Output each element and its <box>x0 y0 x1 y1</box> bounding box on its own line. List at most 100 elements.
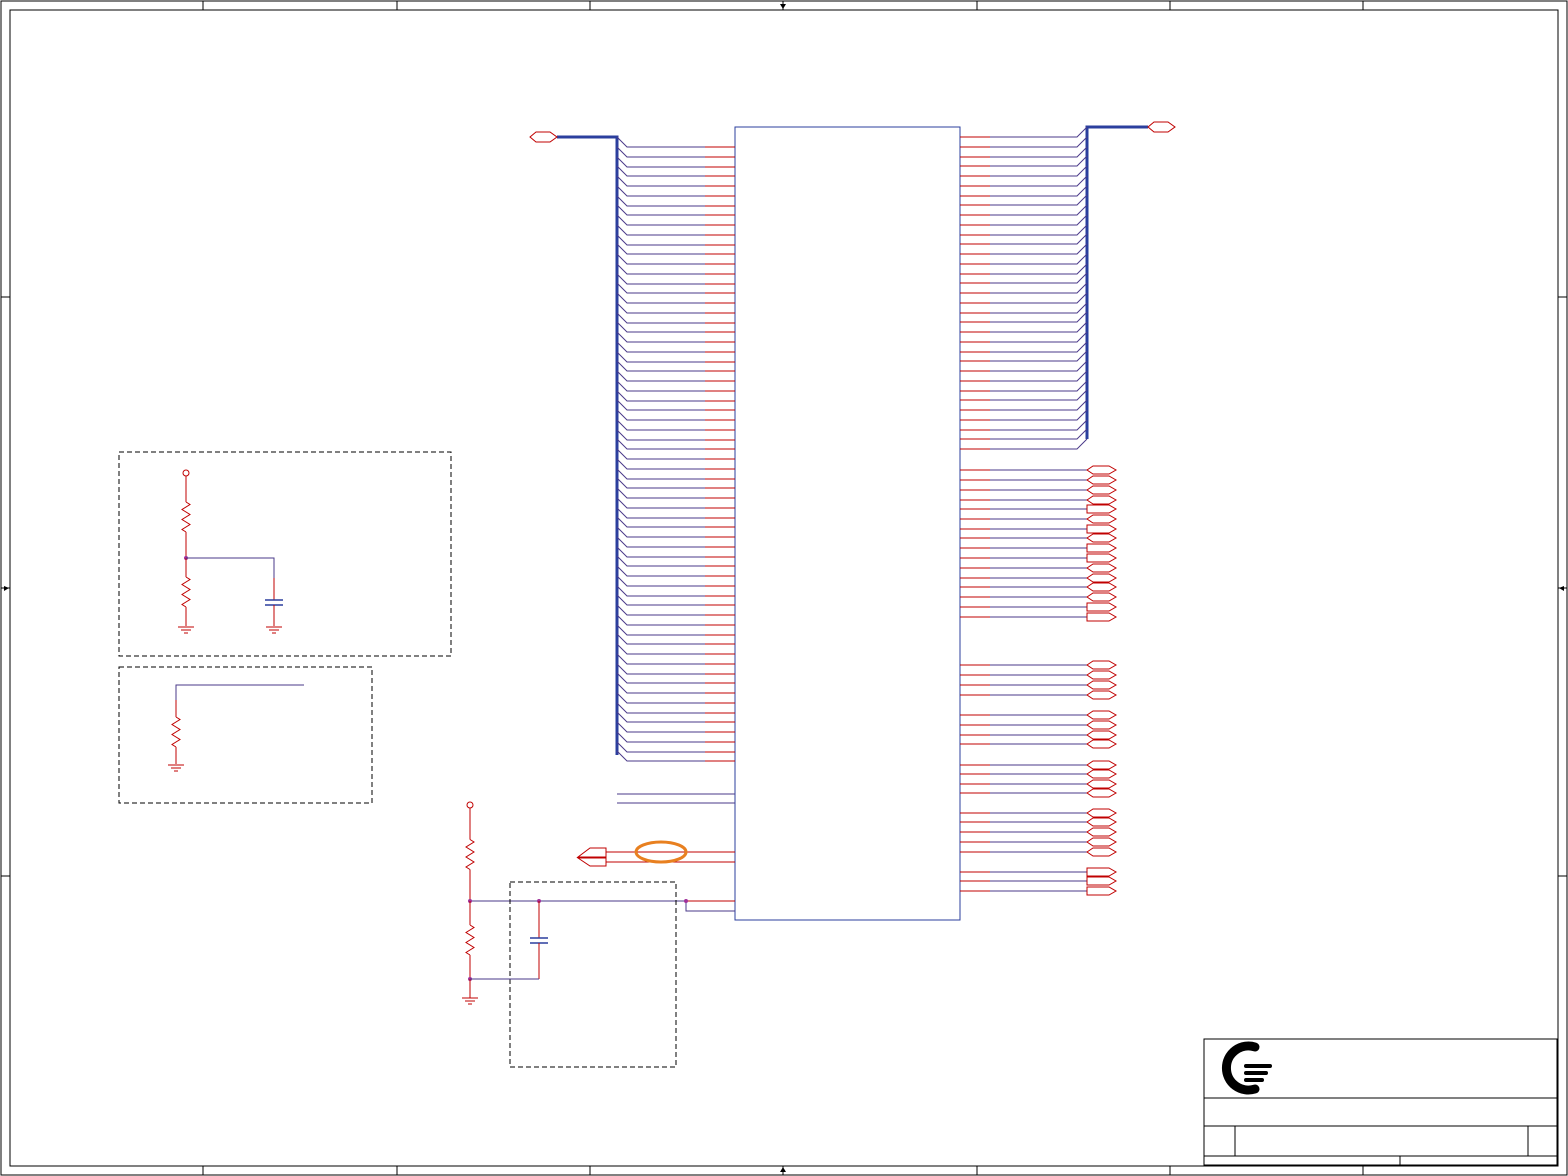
main-ic-body[interactable] <box>734 126 961 921</box>
off-page-connector-icon[interactable] <box>1086 582 1118 592</box>
off-page-connector-icon[interactable] <box>576 847 607 858</box>
off-page-connector-icon[interactable] <box>1086 485 1118 495</box>
center-arrow-bottom <box>780 1167 786 1172</box>
bus-entry-net <box>616 604 705 616</box>
ground-icon <box>462 997 478 1005</box>
power-pin-icon <box>466 801 474 809</box>
off-page-connector-icon[interactable] <box>1086 769 1118 779</box>
resistor-icon[interactable] <box>465 839 475 870</box>
bus-entry-net <box>616 721 705 733</box>
off-page-connector-icon[interactable] <box>1086 837 1118 847</box>
bus-entry-net <box>616 380 705 392</box>
off-page-connector-icon[interactable] <box>1086 524 1118 534</box>
dashed-box-1 <box>118 451 452 657</box>
bus-entry-net <box>990 263 1088 275</box>
bus-entry-net <box>990 360 1088 372</box>
bus-entry-net <box>616 214 705 226</box>
off-page-connector-icon[interactable] <box>1086 563 1118 573</box>
off-page-connector-icon[interactable] <box>1086 739 1118 749</box>
off-page-connector-icon[interactable] <box>1086 670 1118 680</box>
off-page-connector-icon[interactable] <box>1086 886 1118 896</box>
off-page-connector-icon[interactable] <box>1086 867 1118 877</box>
bus-entry-net <box>616 487 705 499</box>
bus-entry-net <box>990 243 1088 255</box>
bus-entry-net <box>616 546 705 558</box>
bus-entry-net <box>616 185 705 197</box>
resistor-icon[interactable] <box>465 924 475 956</box>
off-page-connector-icon[interactable] <box>1086 592 1118 602</box>
bus-entry-net <box>616 497 705 509</box>
off-page-connector-icon[interactable] <box>1086 465 1118 475</box>
resistor-icon[interactable] <box>171 716 181 748</box>
schematic-sheet <box>0 0 1568 1176</box>
bus-entry-net <box>616 224 705 236</box>
resistor-icon[interactable] <box>181 501 191 533</box>
bus-entry-net <box>616 312 705 324</box>
bus-entry-net <box>616 643 705 655</box>
left-bus <box>557 135 619 755</box>
bus-entry-net <box>990 282 1088 294</box>
off-page-connector-icon[interactable] <box>1086 514 1118 524</box>
bus-entry-net <box>616 370 705 382</box>
off-page-connector-icon[interactable] <box>1086 543 1118 553</box>
logo-bar <box>1244 1078 1264 1082</box>
off-page-connector-icon[interactable] <box>1086 660 1118 670</box>
off-page-connector-icon[interactable] <box>1086 680 1118 690</box>
off-page-connector-icon[interactable] <box>1086 553 1118 563</box>
bus-entry-net <box>990 321 1088 333</box>
company-logo <box>1221 1041 1272 1095</box>
bus-entry-net <box>990 380 1088 392</box>
off-page-connector-icon[interactable] <box>1086 779 1118 789</box>
right-port-group <box>960 465 1118 896</box>
dashed-box-3 <box>509 881 677 1068</box>
off-page-connector-icon[interactable] <box>1086 495 1118 505</box>
power-pin-icon <box>182 469 190 477</box>
bus-entry-net <box>990 253 1088 265</box>
bus-entry-net <box>616 409 705 421</box>
off-page-connector-icon[interactable] <box>576 857 607 867</box>
off-page-connector-icon[interactable] <box>1086 808 1118 818</box>
off-page-connector-icon[interactable] <box>1086 847 1118 857</box>
bus-entry-net <box>990 419 1088 431</box>
off-page-connector-icon[interactable] <box>1086 788 1118 798</box>
bus-entry-net <box>616 575 705 587</box>
off-page-connector-icon[interactable] <box>1086 573 1118 583</box>
off-page-connector-icon[interactable] <box>1086 533 1118 543</box>
bus-entry-net <box>616 507 705 519</box>
off-page-connector-icon[interactable] <box>1086 690 1118 700</box>
bus-entry-net <box>990 341 1088 353</box>
resistor-icon[interactable] <box>181 576 191 608</box>
off-page-connector-icon[interactable] <box>1086 876 1118 886</box>
dashed-box-2 <box>118 666 373 804</box>
bus-entry-net <box>616 234 705 246</box>
bus-entry-net <box>616 536 705 548</box>
off-page-connector-icon[interactable] <box>1086 612 1118 622</box>
bus-entry-net <box>616 156 705 168</box>
sheet-frame <box>0 0 1568 1176</box>
bus-entry-net <box>990 126 1088 138</box>
inner-border <box>9 9 1559 1167</box>
off-page-connector-icon[interactable] <box>1086 602 1118 612</box>
bus-entry-net <box>990 204 1088 216</box>
bus-port-icon[interactable] <box>529 131 558 143</box>
off-page-connector-icon[interactable] <box>1086 710 1118 720</box>
bus-entry-net <box>616 653 705 665</box>
off-page-connector-icon[interactable] <box>1086 504 1118 514</box>
bus-entry-net <box>616 195 705 207</box>
title-block-frame <box>1203 1038 1558 1166</box>
off-page-connector-icon[interactable] <box>1086 817 1118 827</box>
bus-entry-net <box>616 136 705 148</box>
off-page-connector-icon[interactable] <box>1086 730 1118 740</box>
off-page-connector-icon[interactable] <box>1086 760 1118 770</box>
bus-entry-net <box>616 419 705 431</box>
bus-entry-net <box>990 146 1088 158</box>
bus-entry-net <box>990 331 1088 343</box>
ground-icon <box>168 764 184 772</box>
off-page-connector-icon[interactable] <box>1086 827 1118 837</box>
off-page-connector-icon[interactable] <box>1086 720 1118 730</box>
bus-port-icon[interactable] <box>1147 121 1176 133</box>
bus-entry-net <box>616 429 705 441</box>
bus-entry-net <box>616 731 705 743</box>
off-page-connector-icon[interactable] <box>1086 475 1118 485</box>
bus-entry-net <box>990 438 1088 450</box>
